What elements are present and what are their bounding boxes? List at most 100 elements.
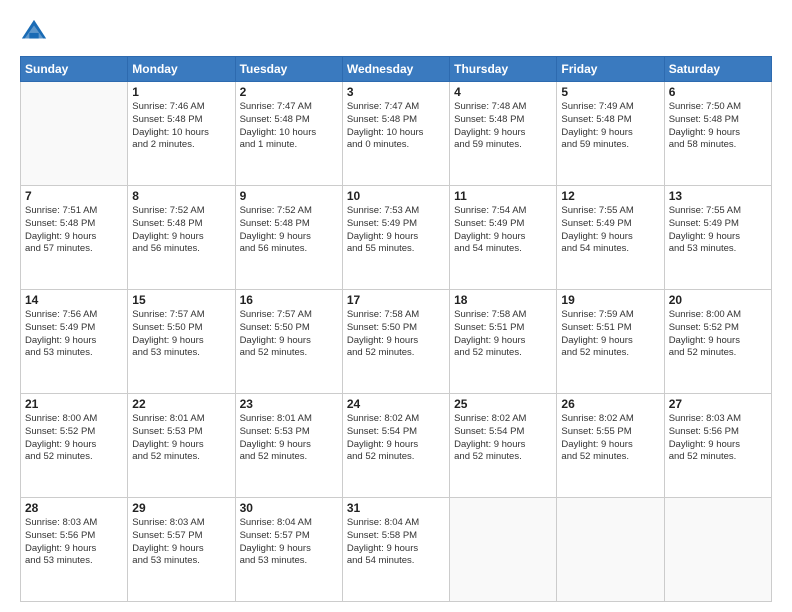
day-number-20: 20 xyxy=(669,293,767,307)
day-cell-23: 23 Sunrise: 8:01 AM Sunset: 5:53 PM Dayli… xyxy=(235,394,342,498)
day-cell-28: 28 Sunrise: 8:03 AM Sunset: 5:56 PM Dayli… xyxy=(21,498,128,602)
day-info-10: Sunrise: 7:53 AM Sunset: 5:49 PM Dayligh… xyxy=(347,205,445,256)
day-cell-22: 22 Sunrise: 8:01 AM Sunset: 5:53 PM Dayli… xyxy=(128,394,235,498)
weekday-header-wednesday: Wednesday xyxy=(342,57,449,82)
weekday-header-monday: Monday xyxy=(128,57,235,82)
day-cell-27: 27Sunrise: 8:03 AM Sunset: 5:56 PM Dayli… xyxy=(664,394,771,498)
day-info-7: Sunrise: 7:51 AM Sunset: 5:48 PM Dayligh… xyxy=(25,205,123,256)
day-number-18: 18 xyxy=(454,293,552,307)
day-number-31: 31 xyxy=(347,501,445,515)
day-cell-31: 31 Sunrise: 8:04 AM Sunset: 5:58 PM Dayli… xyxy=(342,498,449,602)
day-info-12: Sunrise: 7:55 AM Sunset: 5:49 PM Dayligh… xyxy=(561,205,659,256)
weekday-header-tuesday: Tuesday xyxy=(235,57,342,82)
day-cell-21: 21 Sunrise: 8:00 AM Sunset: 5:52 PM Dayli… xyxy=(21,394,128,498)
weekday-header-row: SundayMondayTuesdayWednesdayThursdayFrid… xyxy=(21,57,772,82)
day-info-19: Sunrise: 7:59 AM Sunset: 5:51 PM Dayligh… xyxy=(561,309,659,360)
day-info-30: Sunrise: 8:04 AM Sunset: 5:57 PM Dayligh… xyxy=(240,517,338,568)
day-number-23: 23 xyxy=(240,397,338,411)
day-info-17: Sunrise: 7:58 AM Sunset: 5:50 PM Dayligh… xyxy=(347,309,445,360)
day-cell-25: 25 Sunrise: 8:02 AM Sunset: 5:54 PM Dayli… xyxy=(450,394,557,498)
day-info-11: Sunrise: 7:54 AM Sunset: 5:49 PM Dayligh… xyxy=(454,205,552,256)
empty-cell xyxy=(557,498,664,602)
day-info-21: Sunrise: 8:00 AM Sunset: 5:52 PM Dayligh… xyxy=(25,413,123,464)
weekday-header-thursday: Thursday xyxy=(450,57,557,82)
day-cell-12: 12 Sunrise: 7:55 AM Sunset: 5:49 PM Dayli… xyxy=(557,186,664,290)
weekday-header-saturday: Saturday xyxy=(664,57,771,82)
empty-cell xyxy=(450,498,557,602)
day-info-6: Sunrise: 7:50 AM Sunset: 5:48 PM Dayligh… xyxy=(669,101,767,152)
day-cell-17: 17Sunrise: 7:58 AM Sunset: 5:50 PM Dayli… xyxy=(342,290,449,394)
day-info-20: Sunrise: 8:00 AM Sunset: 5:52 PM Dayligh… xyxy=(669,309,767,360)
day-cell-9: 9Sunrise: 7:52 AM Sunset: 5:48 PM Daylig… xyxy=(235,186,342,290)
day-info-25: Sunrise: 8:02 AM Sunset: 5:54 PM Dayligh… xyxy=(454,413,552,464)
day-number-19: 19 xyxy=(561,293,659,307)
day-info-8: Sunrise: 7:52 AM Sunset: 5:48 PM Dayligh… xyxy=(132,205,230,256)
day-info-2: Sunrise: 7:47 AM Sunset: 5:48 PM Dayligh… xyxy=(240,101,338,152)
day-number-22: 22 xyxy=(132,397,230,411)
week-row-5: 28 Sunrise: 8:03 AM Sunset: 5:56 PM Dayli… xyxy=(21,498,772,602)
week-row-3: 14 Sunrise: 7:56 AM Sunset: 5:49 PM Dayli… xyxy=(21,290,772,394)
day-cell-11: 11 Sunrise: 7:54 AM Sunset: 5:49 PM Dayli… xyxy=(450,186,557,290)
day-cell-4: 4 Sunrise: 7:48 AM Sunset: 5:48 PM Daylig… xyxy=(450,82,557,186)
day-info-23: Sunrise: 8:01 AM Sunset: 5:53 PM Dayligh… xyxy=(240,413,338,464)
day-number-14: 14 xyxy=(25,293,123,307)
day-info-4: Sunrise: 7:48 AM Sunset: 5:48 PM Dayligh… xyxy=(454,101,552,152)
week-row-4: 21 Sunrise: 8:00 AM Sunset: 5:52 PM Dayli… xyxy=(21,394,772,498)
day-cell-8: 8 Sunrise: 7:52 AM Sunset: 5:48 PM Daylig… xyxy=(128,186,235,290)
day-info-14: Sunrise: 7:56 AM Sunset: 5:49 PM Dayligh… xyxy=(25,309,123,360)
day-number-30: 30 xyxy=(240,501,338,515)
weekday-header-sunday: Sunday xyxy=(21,57,128,82)
day-number-27: 27 xyxy=(669,397,767,411)
week-row-1: 1Sunrise: 7:46 AM Sunset: 5:48 PM Daylig… xyxy=(21,82,772,186)
day-number-29: 29 xyxy=(132,501,230,515)
day-cell-3: 3Sunrise: 7:47 AM Sunset: 5:48 PM Daylig… xyxy=(342,82,449,186)
day-info-9: Sunrise: 7:52 AM Sunset: 5:48 PM Dayligh… xyxy=(240,205,338,256)
day-number-5: 5 xyxy=(561,85,659,99)
logo-icon xyxy=(20,18,48,46)
day-number-12: 12 xyxy=(561,189,659,203)
day-cell-10: 10 Sunrise: 7:53 AM Sunset: 5:49 PM Dayli… xyxy=(342,186,449,290)
day-cell-16: 16Sunrise: 7:57 AM Sunset: 5:50 PM Dayli… xyxy=(235,290,342,394)
calendar-table: SundayMondayTuesdayWednesdayThursdayFrid… xyxy=(20,56,772,602)
day-info-1: Sunrise: 7:46 AM Sunset: 5:48 PM Dayligh… xyxy=(132,101,230,152)
day-info-28: Sunrise: 8:03 AM Sunset: 5:56 PM Dayligh… xyxy=(25,517,123,568)
day-number-28: 28 xyxy=(25,501,123,515)
week-row-2: 7Sunrise: 7:51 AM Sunset: 5:48 PM Daylig… xyxy=(21,186,772,290)
day-info-18: Sunrise: 7:58 AM Sunset: 5:51 PM Dayligh… xyxy=(454,309,552,360)
day-number-15: 15 xyxy=(132,293,230,307)
day-number-21: 21 xyxy=(25,397,123,411)
day-number-11: 11 xyxy=(454,189,552,203)
day-cell-1: 1Sunrise: 7:46 AM Sunset: 5:48 PM Daylig… xyxy=(128,82,235,186)
day-number-2: 2 xyxy=(240,85,338,99)
day-cell-24: 24Sunrise: 8:02 AM Sunset: 5:54 PM Dayli… xyxy=(342,394,449,498)
day-info-15: Sunrise: 7:57 AM Sunset: 5:50 PM Dayligh… xyxy=(132,309,230,360)
day-cell-13: 13Sunrise: 7:55 AM Sunset: 5:49 PM Dayli… xyxy=(664,186,771,290)
day-info-5: Sunrise: 7:49 AM Sunset: 5:48 PM Dayligh… xyxy=(561,101,659,152)
day-number-10: 10 xyxy=(347,189,445,203)
day-info-24: Sunrise: 8:02 AM Sunset: 5:54 PM Dayligh… xyxy=(347,413,445,464)
day-number-4: 4 xyxy=(454,85,552,99)
day-info-29: Sunrise: 8:03 AM Sunset: 5:57 PM Dayligh… xyxy=(132,517,230,568)
day-cell-20: 20 Sunrise: 8:00 AM Sunset: 5:52 PM Dayli… xyxy=(664,290,771,394)
day-cell-26: 26 Sunrise: 8:02 AM Sunset: 5:55 PM Dayli… xyxy=(557,394,664,498)
day-number-26: 26 xyxy=(561,397,659,411)
day-number-6: 6 xyxy=(669,85,767,99)
day-number-8: 8 xyxy=(132,189,230,203)
empty-cell xyxy=(664,498,771,602)
day-cell-29: 29 Sunrise: 8:03 AM Sunset: 5:57 PM Dayli… xyxy=(128,498,235,602)
day-cell-5: 5 Sunrise: 7:49 AM Sunset: 5:48 PM Daylig… xyxy=(557,82,664,186)
day-cell-2: 2 Sunrise: 7:47 AM Sunset: 5:48 PM Daylig… xyxy=(235,82,342,186)
weekday-header-friday: Friday xyxy=(557,57,664,82)
day-cell-14: 14 Sunrise: 7:56 AM Sunset: 5:49 PM Dayli… xyxy=(21,290,128,394)
day-cell-15: 15 Sunrise: 7:57 AM Sunset: 5:50 PM Dayli… xyxy=(128,290,235,394)
day-info-22: Sunrise: 8:01 AM Sunset: 5:53 PM Dayligh… xyxy=(132,413,230,464)
day-info-3: Sunrise: 7:47 AM Sunset: 5:48 PM Dayligh… xyxy=(347,101,445,152)
day-cell-30: 30 Sunrise: 8:04 AM Sunset: 5:57 PM Dayli… xyxy=(235,498,342,602)
day-info-31: Sunrise: 8:04 AM Sunset: 5:58 PM Dayligh… xyxy=(347,517,445,568)
empty-cell xyxy=(21,82,128,186)
day-info-26: Sunrise: 8:02 AM Sunset: 5:55 PM Dayligh… xyxy=(561,413,659,464)
day-cell-18: 18 Sunrise: 7:58 AM Sunset: 5:51 PM Dayli… xyxy=(450,290,557,394)
logo xyxy=(20,18,52,46)
day-info-13: Sunrise: 7:55 AM Sunset: 5:49 PM Dayligh… xyxy=(669,205,767,256)
day-number-25: 25 xyxy=(454,397,552,411)
